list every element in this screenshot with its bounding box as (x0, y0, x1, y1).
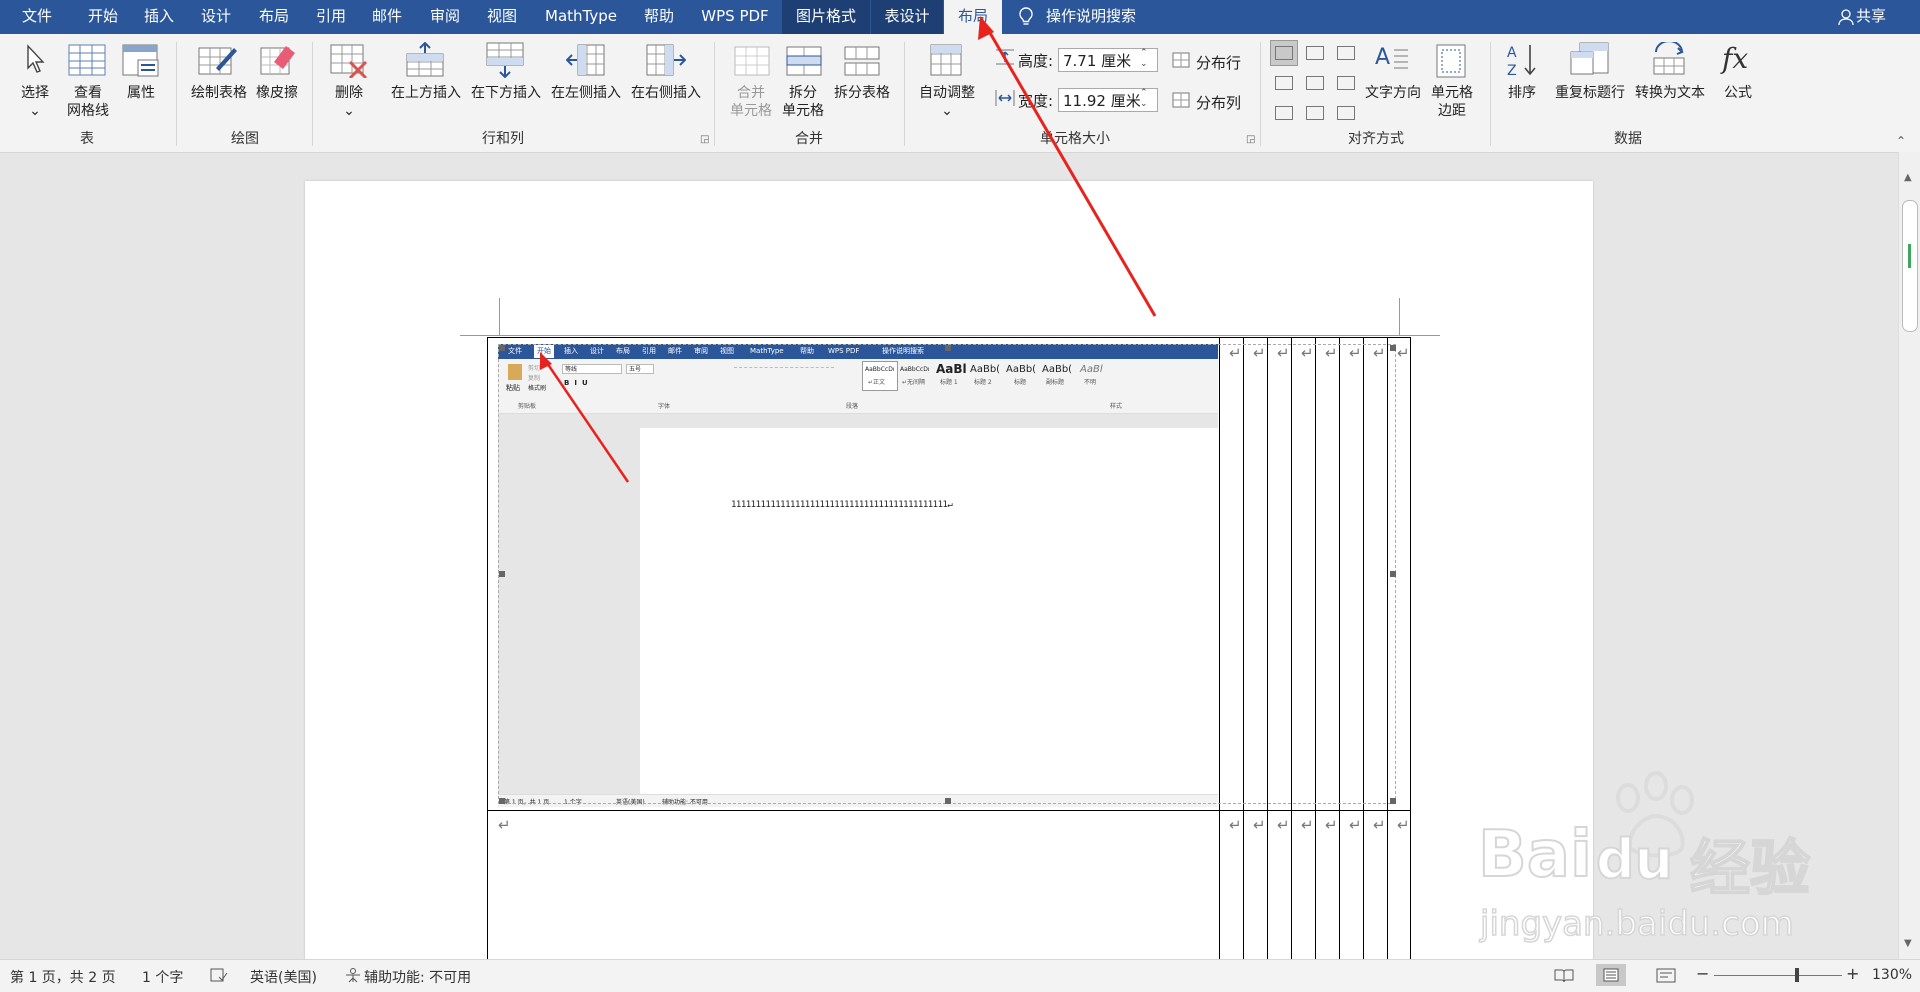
watermark-text-jingyan: 经验 (1689, 833, 1811, 905)
scroll-down-icon[interactable]: ▼ (1904, 938, 1912, 949)
proofing-icon[interactable] (210, 968, 228, 982)
status-bar: 第 1 页，共 2 页 1 个字 英语(美国) 辅助功能: 不可用 − + 13… (0, 959, 1920, 992)
vertical-scrollbar[interactable]: ▲ ▼ (1898, 152, 1920, 959)
read-mode-icon[interactable] (1554, 968, 1574, 984)
arrow-line-embedded (543, 359, 630, 483)
accessibility-icon (346, 968, 360, 983)
zoom-in-icon[interactable]: + (1846, 964, 1859, 983)
watermark-text-du: du (1595, 827, 1674, 892)
zoom-slider[interactable] (1714, 975, 1842, 976)
language-indicator[interactable]: 英语(美国) (250, 967, 317, 987)
zoom-level[interactable]: 130% (1872, 967, 1912, 983)
word-count[interactable]: 1 个字 (142, 967, 183, 987)
scroll-up-icon[interactable]: ▲ (1904, 172, 1912, 183)
web-layout-icon[interactable] (1656, 968, 1676, 984)
page-count[interactable]: 第 1 页，共 2 页 (10, 967, 116, 987)
zoom-out-icon[interactable]: − (1696, 964, 1709, 983)
scroll-position-indicator (1908, 244, 1911, 268)
watermark-text-bai: Bai (1477, 817, 1593, 893)
zoom-slider-thumb[interactable] (1795, 968, 1800, 982)
watermark-url: jingyan.baidu.com (1479, 903, 1794, 945)
arrow-line-main (984, 25, 1157, 317)
accessibility-status[interactable]: 辅助功能: 不可用 (364, 967, 471, 987)
print-layout-icon (1603, 968, 1619, 982)
